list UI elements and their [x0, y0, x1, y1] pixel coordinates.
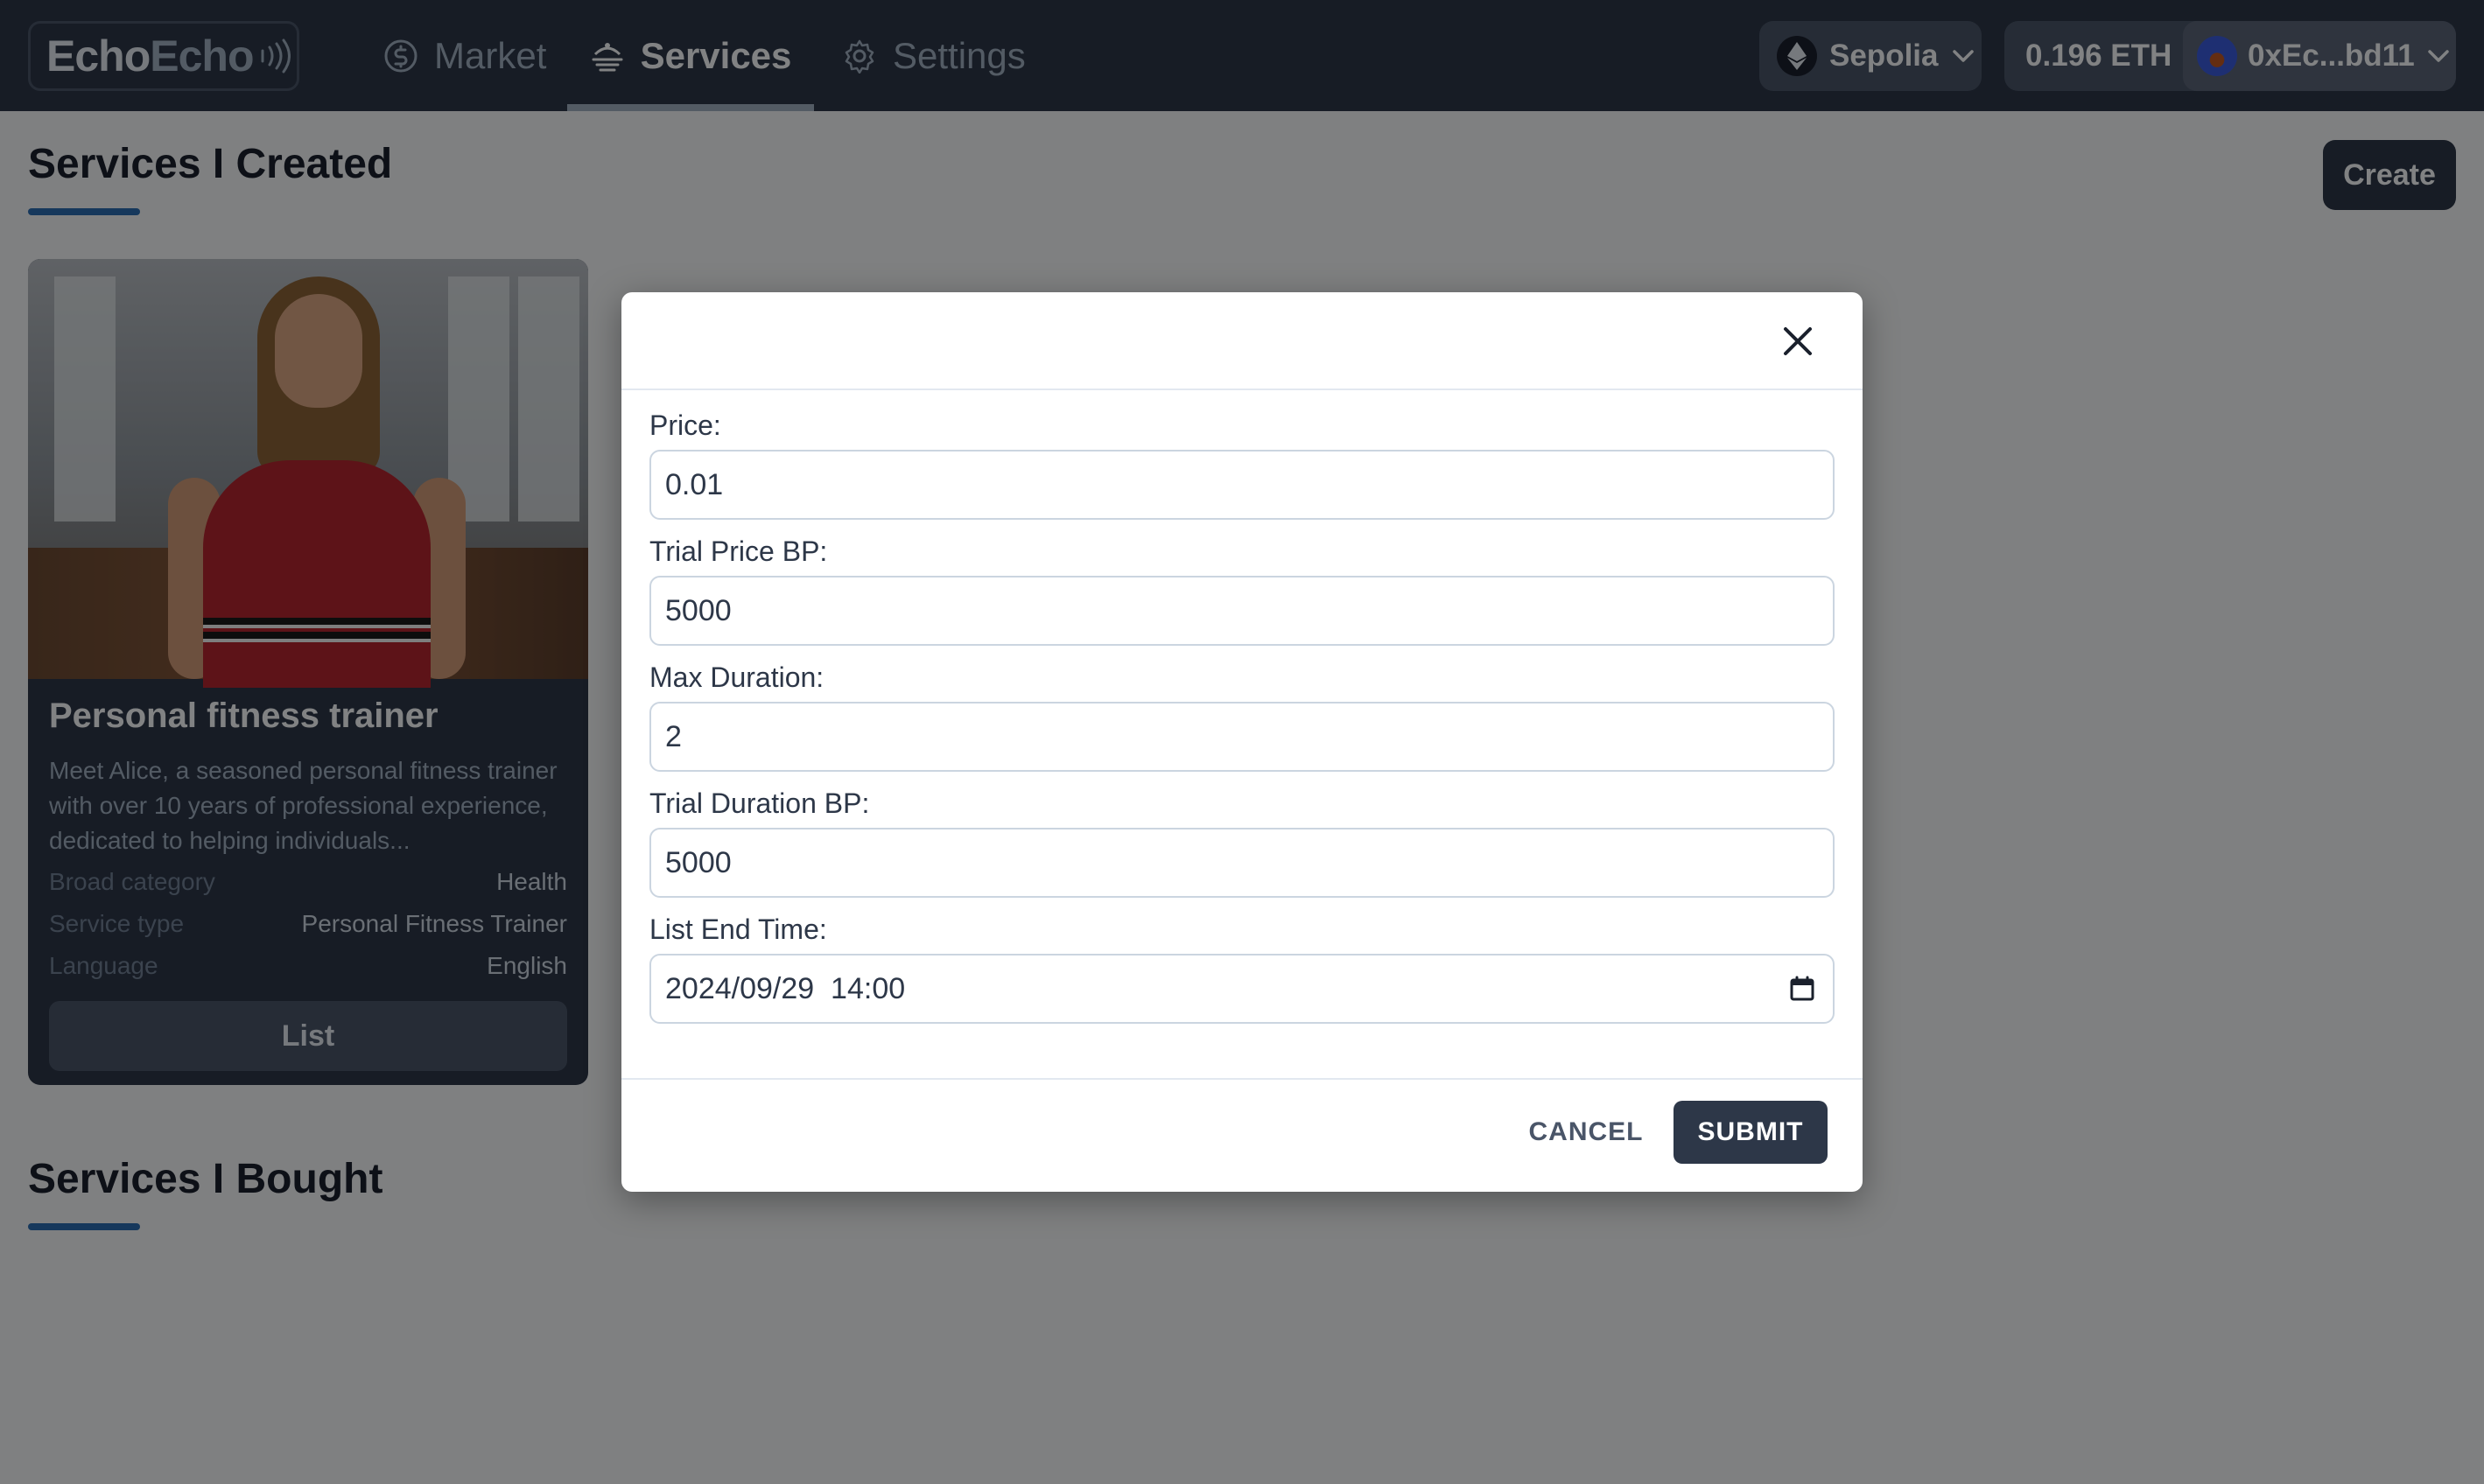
modal-footer: CANCEL SUBMIT: [621, 1078, 1863, 1192]
list-end-time-input[interactable]: 2024/09/29 14:00: [649, 954, 1835, 1024]
close-button[interactable]: [1775, 318, 1821, 364]
app-root: Echo Echo Market Services Settings Sepol…: [0, 0, 2484, 1484]
submit-button[interactable]: SUBMIT: [1674, 1101, 1828, 1164]
modal-header: [621, 292, 1863, 390]
list-end-time-label: List End Time:: [649, 913, 827, 945]
max-duration-label: Max Duration:: [649, 661, 824, 693]
price-value: 0.01: [665, 467, 724, 501]
modal-form: Price: 0.01 Trial Price BP: 5000 Max Dur…: [649, 406, 1835, 1024]
trial-duration-bp-value: 5000: [665, 845, 732, 879]
max-duration-input[interactable]: 2: [649, 702, 1835, 772]
max-duration-value: 2: [665, 719, 682, 753]
trial-duration-bp-input[interactable]: 5000: [649, 828, 1835, 898]
list-end-time-value: 2024/09/29 14:00: [665, 971, 906, 1005]
list-service-modal: Price: 0.01 Trial Price BP: 5000 Max Dur…: [621, 292, 1863, 1192]
close-icon: [1784, 327, 1812, 355]
price-input[interactable]: 0.01: [649, 450, 1835, 520]
cancel-button[interactable]: CANCEL: [1516, 1101, 1656, 1164]
trial-price-bp-input[interactable]: 5000: [649, 576, 1835, 646]
price-label: Price:: [649, 409, 721, 441]
calendar-icon[interactable]: [1789, 976, 1815, 1002]
trial-price-bp-label: Trial Price BP:: [649, 535, 828, 567]
trial-price-bp-value: 5000: [665, 593, 732, 627]
trial-duration-bp-label: Trial Duration BP:: [649, 787, 870, 819]
